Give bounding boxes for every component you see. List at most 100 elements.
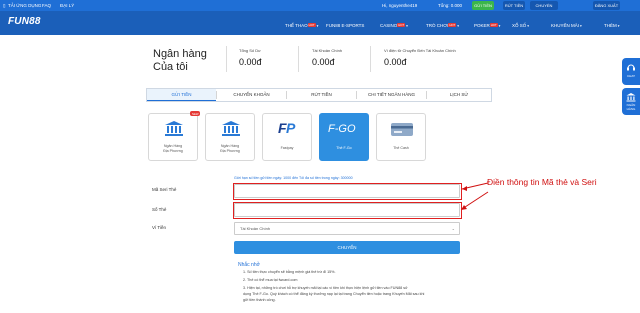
reminder-line: 3. Hiện tại, những trò chơi hỗ trợ khuyế…: [243, 286, 408, 290]
nav-esports-label: FUN88 E-SPORTS: [326, 23, 365, 28]
annotation-arrow-icon: [461, 191, 489, 210]
tab-withdraw[interactable]: RÚT TIỀN: [287, 89, 356, 101]
chevron-down-icon: ▾: [316, 24, 319, 28]
chevron-down-icon: ▾: [527, 24, 530, 28]
card-number-label: Số Thẻ: [152, 207, 167, 212]
method-label: Thẻ F-Go: [336, 146, 352, 150]
submit-button[interactable]: CHUYỂN: [234, 241, 460, 254]
method-cash-card[interactable]: Thẻ Cash: [376, 113, 426, 161]
nav-sports-label: THỂ THAO: [285, 23, 308, 28]
agent-link[interactable]: ĐẠI LÝ: [60, 3, 74, 8]
user-greeting[interactable]: Hi, nguyenthe419: [382, 3, 417, 8]
hot-badge: HOT: [397, 23, 406, 27]
nav-games-label: TRÒ CHƠI: [426, 23, 449, 28]
chevron-down-icon: ⌄: [451, 226, 455, 231]
method-fgo-card[interactable]: F-GO Thẻ F-Go: [319, 113, 369, 161]
main-nav: [0, 11, 640, 35]
nav-poker[interactable]: POKERHOT ▾: [474, 23, 500, 28]
nav-esports[interactable]: FUN88 E-SPORTS: [326, 23, 364, 28]
nav-lottery[interactable]: XỔ SỐ▾: [512, 23, 529, 28]
wallet-selected-value: Tài Khoản Chính: [240, 226, 271, 231]
wallet-label: Ví Tiền: [152, 225, 167, 230]
chevron-down-icon: ▾: [406, 24, 408, 28]
live-chat-label: CHAT: [627, 74, 635, 78]
nav-casino[interactable]: CASINOHOT ▾: [380, 23, 408, 28]
hot-badge: HOT: [489, 23, 498, 27]
hot-badge: HOT: [448, 23, 457, 27]
nav-more[interactable]: THÊM▾: [604, 23, 620, 28]
card-icon: [391, 123, 413, 136]
fgo-logo: F-GO: [328, 123, 356, 135]
transfer-button[interactable]: CHUYỂN KHOẢN: [530, 1, 558, 17]
app-download-link[interactable]: TẢI ỨNG DỤNG: [8, 3, 41, 8]
nav-promotions[interactable]: KHUYẾN MÃI▾: [551, 23, 582, 28]
deposit-limit-hint: Giới hạn số tiền gửi tiền ngày: 1000 đến…: [234, 176, 353, 180]
chevron-down-icon: ▾: [617, 24, 620, 28]
nav-games[interactable]: TRÒ CHƠIHOT ▾: [426, 23, 459, 28]
main-account-label: Tài Khoản Chính: [312, 48, 343, 53]
highlight-box: [233, 183, 462, 200]
withdraw-button[interactable]: RÚT TIỀN: [503, 1, 525, 10]
ewallet-value: 0.00đ: [384, 57, 407, 67]
nav-lottery-label: XỔ SỐ: [512, 23, 527, 28]
svg-text:P: P: [286, 120, 296, 136]
bank-icon: [165, 121, 183, 136]
bank-widget-label: NGÂN HÀNG: [626, 103, 636, 111]
fun88-logo[interactable]: FUN88: [8, 16, 41, 27]
reminder-line: 1. Số tiền thực chuyển sẽ bằng mệnh giá …: [243, 270, 336, 274]
chevron-down-icon: ▾: [498, 24, 501, 28]
bank-icon: [222, 121, 240, 136]
divider: [226, 46, 227, 72]
divider: [298, 46, 299, 72]
divider: [370, 46, 371, 72]
wallet-select[interactable]: Tài Khoản Chính ⌄: [234, 222, 460, 235]
method-sublabel: Địa Phương: [220, 149, 240, 153]
highlight-box: [233, 202, 462, 219]
method-label: Thẻ Cash: [393, 146, 409, 150]
annotation-text: Điền thông tin Mã thẻ và Seri: [487, 177, 597, 187]
page-title-line1: Ngân hàng: [153, 48, 207, 60]
nav-sports[interactable]: THỂ THAOHOT ▾: [285, 23, 318, 28]
method-sublabel: Địa Phương: [163, 149, 183, 153]
nav-promotions-label: KHUYẾN MÃI: [551, 23, 580, 28]
logout-button[interactable]: ĐĂNG XUẤT: [593, 1, 620, 10]
fastpay-logo: F P: [278, 120, 296, 136]
balance-text: Tổng: 0.000: [438, 3, 463, 8]
method-local-bank-2[interactable]: Ngân Hàng Địa Phương: [205, 113, 255, 161]
faq-link[interactable]: FAQ: [42, 3, 51, 8]
total-balance-label: Tổng Số Dư: [239, 48, 261, 53]
reminder-title: Nhắc nhở: [238, 262, 260, 268]
bank-icon: [626, 93, 636, 102]
phone-icon: ▯: [3, 3, 6, 8]
ewallet-label: Ví điện tử Chuyển Đến Tài Khoản Chính: [384, 48, 456, 53]
total-balance-value: 0.00đ: [239, 57, 262, 67]
headset-icon: [627, 64, 635, 71]
chevron-down-icon: ▾: [457, 24, 460, 28]
method-fastpay[interactable]: F P Fastpay: [262, 113, 312, 161]
hot-badge: HOT: [307, 23, 316, 27]
live-chat-widget[interactable]: CHAT: [622, 58, 640, 85]
nav-more-label: THÊM: [604, 23, 617, 28]
bank-widget[interactable]: NGÂN HÀNG: [622, 88, 640, 115]
tab-deposit[interactable]: GỬI TIỀN: [147, 89, 216, 101]
method-local-bank-1[interactable]: NEW Ngân Hàng Địa Phương: [148, 111, 200, 161]
deposit-button[interactable]: GỬI TIỀN: [472, 1, 494, 10]
tab-transfer[interactable]: CHUYỂN KHOẢN: [217, 89, 286, 101]
reminder-line: dụng Thẻ F-Go. Quý khách có thể đăng ký …: [243, 292, 425, 296]
tab-history[interactable]: LỊCH SỬ: [427, 89, 491, 101]
page-title-line2: Của tôi: [153, 61, 188, 73]
main-account-value: 0.00đ: [312, 57, 335, 67]
nav-casino-label: CASINO: [380, 23, 398, 28]
method-label: Ngân Hàng: [220, 144, 240, 148]
reminder-line: 2. Thẻ có thể mua tại fwcard.com: [243, 278, 298, 282]
tab-bank-details[interactable]: CHI TIẾT NGÂN HÀNG: [357, 89, 426, 101]
chevron-down-icon: ▾: [580, 24, 582, 28]
svg-text:F-GO: F-GO: [328, 123, 356, 135]
reminder-line: gửi tiền thành công.: [243, 298, 276, 302]
new-badge: NEW: [190, 111, 200, 116]
method-label: Fastpay: [280, 146, 294, 150]
method-label: Ngân Hàng: [163, 144, 183, 148]
nav-poker-label: POKER: [474, 23, 490, 28]
bank-tabs: GỬI TIỀN CHUYỂN KHOẢN RÚT TIỀN CHI TIẾT …: [146, 88, 492, 102]
top-bar: ▯ TẢI ỨNG DỤNG FAQ ĐẠI LÝ Hi, nguyenthe4…: [0, 0, 640, 17]
